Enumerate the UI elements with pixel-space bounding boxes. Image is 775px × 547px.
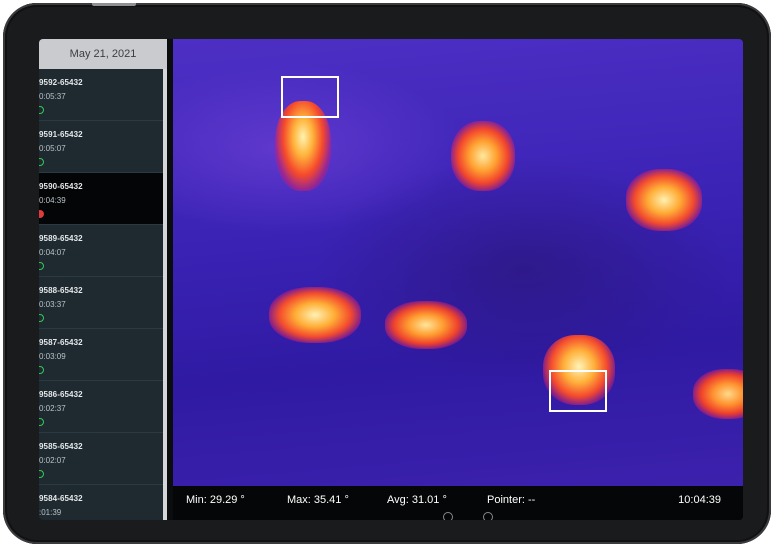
date-header: May 21, 2021 xyxy=(39,39,167,69)
avg-temp: Avg: 31.01 ° xyxy=(387,494,447,506)
capture-list: 9592-65432 0:05:37 9591-65432 0:05:07 9590-6… xyxy=(39,69,167,520)
capture-id: 9584-65432 xyxy=(39,494,83,503)
page-dot[interactable] xyxy=(443,512,453,520)
ok-status-icon xyxy=(39,158,44,166)
ok-status-icon xyxy=(39,314,44,322)
date-label: May 21, 2021 xyxy=(69,48,137,60)
roi-box[interactable] xyxy=(281,76,339,118)
ok-status-icon xyxy=(39,470,44,478)
scrollbar[interactable] xyxy=(163,69,167,520)
roi-box[interactable] xyxy=(549,370,607,412)
thermal-image-view[interactable] xyxy=(173,39,743,486)
list-item[interactable]: 9584-65432 :01:39 xyxy=(39,485,167,520)
hotspot xyxy=(269,287,361,343)
ok-status-icon xyxy=(39,418,44,426)
ok-status-icon xyxy=(39,262,44,270)
list-item[interactable]: 9589-65432 0:04:07 xyxy=(39,225,167,277)
capture-id: 9586-65432 xyxy=(39,390,83,399)
list-item[interactable]: 9587-65432 0:03:09 xyxy=(39,329,167,381)
hotspot xyxy=(451,121,515,191)
pointer-temp: Pointer: -- xyxy=(487,494,536,506)
ok-status-icon xyxy=(39,106,44,114)
page-dot[interactable] xyxy=(483,512,493,520)
capture-duration: 0:02:07 xyxy=(39,456,66,465)
temperature-readout-bar: Min: 29.29 ° Max: 35.41 ° Avg: 31.01 ° P… xyxy=(173,486,743,520)
list-item[interactable]: 9585-65432 0:02:07 xyxy=(39,433,167,485)
capture-id: 9587-65432 xyxy=(39,338,83,347)
ok-status-icon xyxy=(39,366,44,374)
capture-duration: 0:02:37 xyxy=(39,404,66,413)
hotspot xyxy=(385,301,467,349)
capture-list-sidebar: May 21, 2021 9592-65432 0:05:37 9591-65432… xyxy=(39,39,167,520)
capture-duration: 0:03:09 xyxy=(39,352,66,361)
capture-id: 9585-65432 xyxy=(39,442,83,451)
list-item[interactable]: 9586-65432 0:02:37 xyxy=(39,381,167,433)
hotspot xyxy=(693,369,743,419)
capture-duration: 0:04:39 xyxy=(39,196,66,205)
hotspot xyxy=(626,169,702,231)
list-item[interactable]: 9588-65432 0:03:37 xyxy=(39,277,167,329)
tablet-frame: May 21, 2021 9592-65432 0:05:37 9591-65432… xyxy=(3,3,771,544)
list-item[interactable]: 9592-65432 0:05:37 xyxy=(39,69,167,121)
max-temp: Max: 35.41 ° xyxy=(287,494,349,506)
capture-duration: :01:39 xyxy=(39,508,62,517)
min-temp: Min: 29.29 ° xyxy=(186,494,245,506)
capture-time: 10:04:39 xyxy=(678,494,721,506)
capture-id: 9592-65432 xyxy=(39,78,83,87)
list-item[interactable]: 9590-65432 0:04:39 xyxy=(39,173,167,225)
capture-id: 9590-65432 xyxy=(39,182,83,191)
screen: May 21, 2021 9592-65432 0:05:37 9591-65432… xyxy=(39,39,743,520)
capture-id: 9591-65432 xyxy=(39,130,83,139)
capture-duration: 0:04:07 xyxy=(39,248,66,257)
capture-duration: 0:03:37 xyxy=(39,300,66,309)
error-status-icon xyxy=(39,210,44,218)
capture-duration: 0:05:37 xyxy=(39,92,66,101)
capture-duration: 0:05:07 xyxy=(39,144,66,153)
page-indicator xyxy=(443,512,523,520)
capture-id: 9588-65432 xyxy=(39,286,83,295)
power-button xyxy=(92,3,136,6)
list-item[interactable]: 9591-65432 0:05:07 xyxy=(39,121,167,173)
capture-id: 9589-65432 xyxy=(39,234,83,243)
